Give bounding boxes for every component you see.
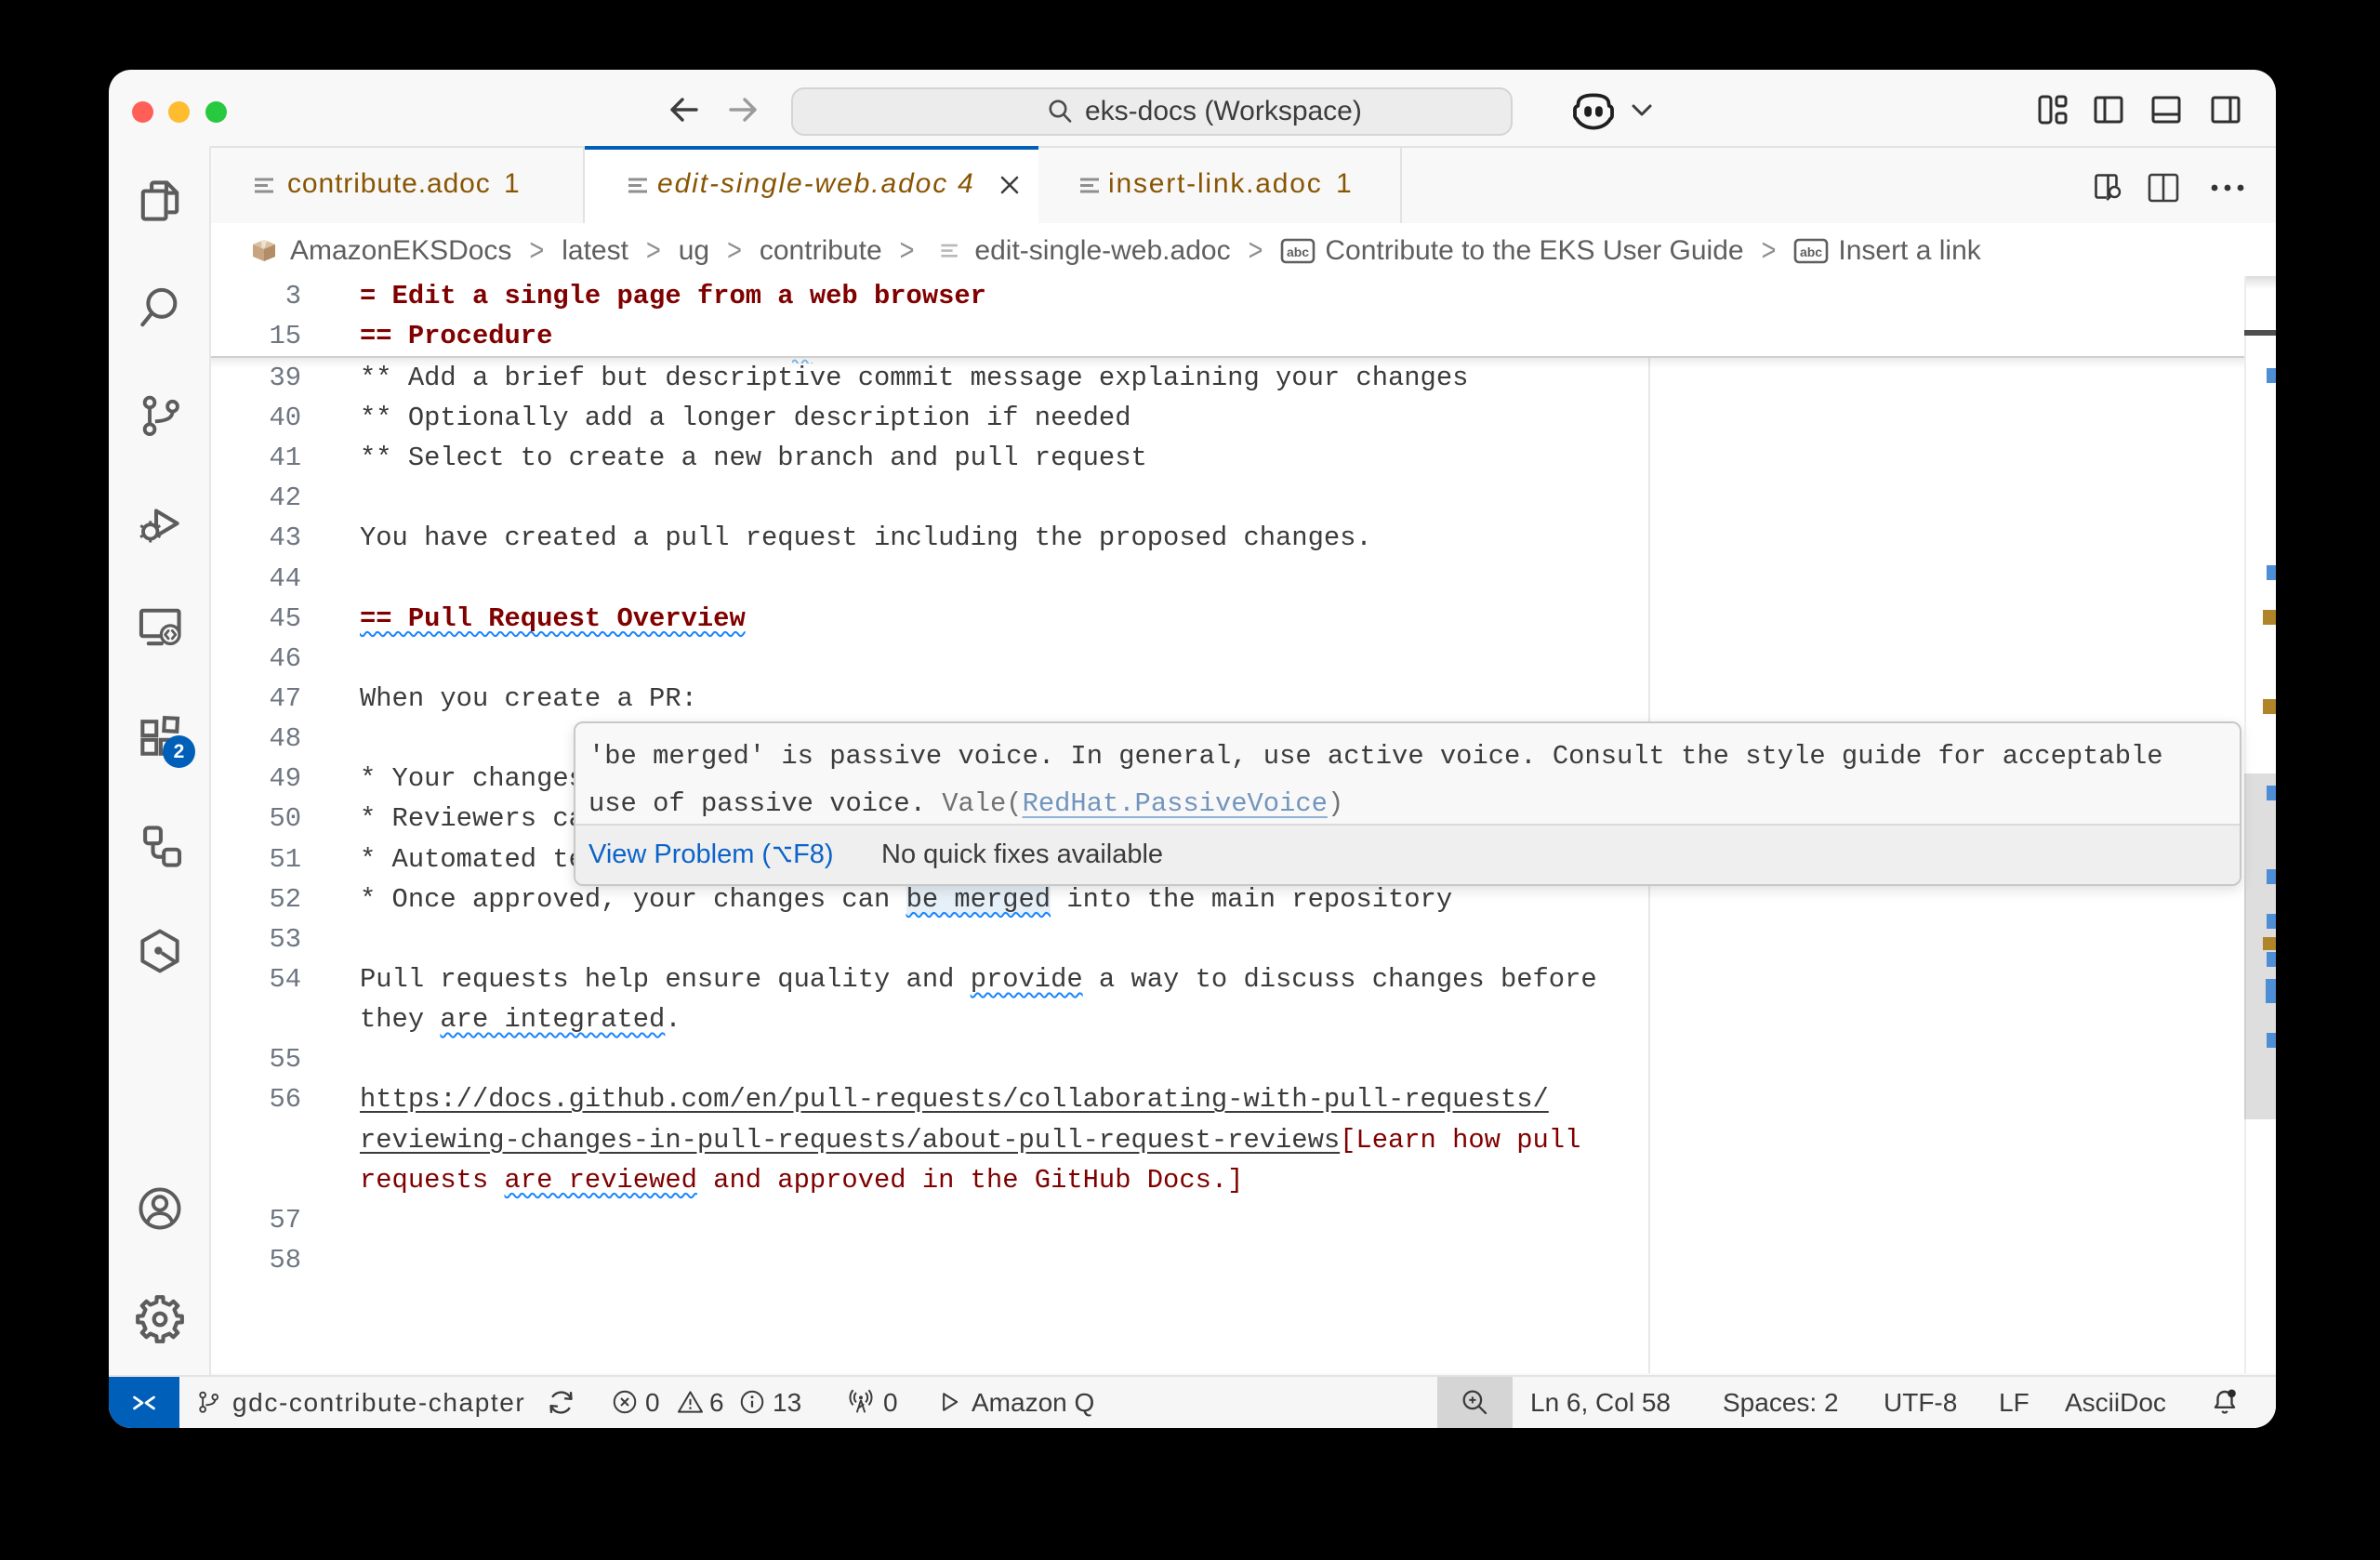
svg-text:abc: abc xyxy=(1287,245,1309,259)
svg-text:abc: abc xyxy=(1800,245,1822,259)
